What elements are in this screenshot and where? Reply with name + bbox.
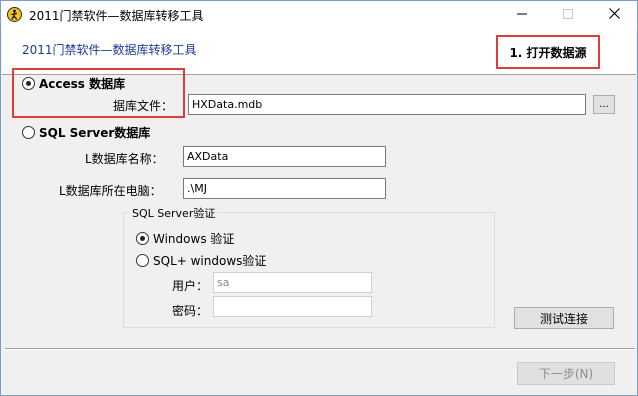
access-file-input[interactable]: HXData.mdb: [188, 94, 586, 115]
window-title: 2011门禁软件—数据库转移工具: [29, 9, 204, 23]
close-button[interactable]: [591, 1, 637, 29]
sql-server-label: L数据库所在电脑：: [59, 184, 162, 198]
maximize-button[interactable]: [545, 1, 591, 29]
sql-auth-radio[interactable]: SQL+ windows验证: [136, 252, 266, 269]
close-icon: [608, 8, 620, 22]
sql-server-radio-label: SQL Server数据库: [39, 126, 151, 140]
user-label: 用户：: [172, 279, 209, 293]
windows-auth-label: Windows 验证: [153, 232, 235, 246]
sql-server-input[interactable]: .\MJ: [183, 178, 386, 199]
access-radio-label: Access 数据库: [39, 77, 126, 91]
title-bar[interactable]: 2011门禁软件—数据库转移工具: [1, 1, 637, 29]
sql-dbname-input[interactable]: AXData: [183, 146, 386, 167]
auth-group-label: SQL Server验证: [129, 205, 219, 221]
minimize-icon: [517, 8, 527, 22]
test-connection-button[interactable]: 测试连接: [514, 307, 614, 329]
maximize-icon: [563, 8, 573, 22]
sql-auth-radio-circle[interactable]: [136, 254, 149, 267]
next-button[interactable]: 下一步(N): [517, 362, 615, 385]
windows-auth-radio-circle[interactable]: [136, 232, 149, 245]
sql-server-radio-circle[interactable]: [22, 126, 35, 139]
sql-server-radio[interactable]: SQL Server数据库: [22, 124, 150, 141]
sql-dbname-label: L数据库名称：: [85, 152, 164, 166]
user-input[interactable]: sa: [213, 272, 372, 293]
password-input[interactable]: [213, 296, 372, 317]
windows-auth-radio[interactable]: Windows 验证: [136, 230, 234, 247]
sql-auth-label: SQL+ windows验证: [153, 254, 267, 268]
header-title: 2011门禁软件—数据库转移工具: [22, 43, 197, 57]
password-label: 密码：: [172, 304, 209, 318]
footer-divider: [5, 348, 635, 350]
access-radio-circle[interactable]: [22, 77, 35, 90]
browse-button[interactable]: ...: [593, 95, 615, 114]
access-radio[interactable]: Access 数据库: [22, 75, 125, 92]
person-walking-icon: [7, 7, 22, 22]
access-file-label: 据库文件：: [113, 99, 174, 113]
step-indicator: 1. 打开数据源: [496, 35, 600, 69]
minimize-button[interactable]: [499, 1, 545, 29]
app-window: 2011门禁软件—数据库转移工具 2011门禁软件—数据库转移工具 1. 打开数…: [0, 0, 638, 396]
